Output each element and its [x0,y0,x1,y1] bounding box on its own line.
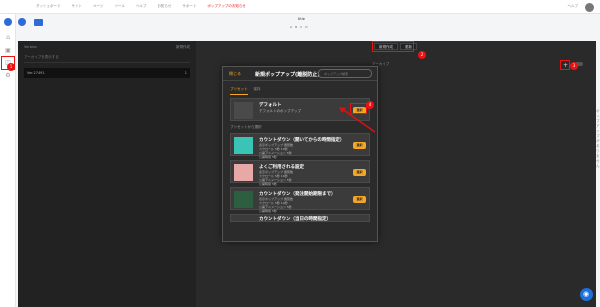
view-switch: A B C D [290,25,308,29]
top-nav-item[interactable]: サイト [72,4,83,9]
version-header-left: Version [24,45,37,49]
top-help-link[interactable]: ヘルプ [568,4,579,9]
top-nav-item-highlight[interactable]: ポップアップのお知らせ [207,4,245,9]
view-option[interactable]: C [300,25,302,29]
tab-saved[interactable]: 保存 [254,87,261,95]
preset-meta-line: 公開時間 5秒 [259,182,277,186]
preset-meta-line: 公開時間 5秒 [259,209,277,213]
select-button[interactable]: 選択 [353,196,366,203]
version-count: 1 [184,71,187,75]
view-option[interactable]: A [290,25,292,29]
back-icon[interactable] [18,18,26,26]
top-nav-item[interactable]: ページ [93,4,103,9]
preset-card[interactable]: カウントダウン（当日の時間指定） [230,214,370,222]
marker-2: 2 [418,51,426,59]
preset-thumbnail [234,137,253,154]
preset-meta: 表示ポップアップ 閲覧数 スクロール 5秒 10秒 公開アニメーション 5秒 公… [259,170,293,186]
preset-card[interactable]: よくご利用される設定 表示ポップアップ 閲覧数 スクロール 5秒 10秒 公開ア… [230,160,370,186]
add-popup-button[interactable]: + [560,60,570,70]
marker-1: 1 [7,63,15,71]
version-label: Ver.27491 [27,71,45,75]
preset-thumbnail [234,164,253,181]
annotation-arrow [339,107,376,133]
version-item[interactable]: Ver.27491 1 [24,68,190,78]
preset-meta: 表示ポップアップ 閲覧数 スクロール 5秒 10秒 公開アニメーション 5秒 公… [259,197,293,213]
preset-meta: 表示ポップアップ 閲覧数 スクロール 5秒 10秒 公開アニメーション 5秒 公… [259,143,293,159]
preset-thumbnail [234,191,253,208]
popup-search-input[interactable]: ポップアップ検索 [318,69,372,78]
top-nav-item[interactable]: サポート [182,4,196,9]
view-option[interactable]: D [305,25,307,29]
top-navigation: ダッシュボード サイト ページ ツール ヘルプ お知らせ サポート ポップアップ… [36,4,246,9]
select-button[interactable]: 選択 [353,169,366,176]
close-button[interactable]: 閉じる [229,71,241,77]
top-nav-item[interactable]: ダッシュボード [36,4,61,9]
plus-icon: + [563,62,569,69]
home-icon[interactable]: ⌂ [4,34,12,42]
version-panel: Version 新規作成 アーカイブを表示する Ver.27491 1 [18,41,196,307]
chat-icon: ◉ [583,290,590,298]
marker-3: 3 [570,62,578,70]
preset-title: デフォルト [259,103,282,108]
top-nav-item[interactable]: お知らせ [157,4,171,9]
tab-presets[interactable]: プリセット [230,87,248,95]
modal-tabs: プリセット 保存 [223,81,377,95]
settings-icon[interactable]: ⚙ [4,72,12,80]
preset-thumbnail [234,102,253,119]
preset-title: カウントダウン（当日の時間指定） [259,217,331,222]
sidebar: ⌂ ▣ ◫ ⚙ 1 [0,14,16,307]
popup-icon[interactable]: ▣ [4,47,12,55]
page-title: title [298,17,305,21]
modal-header: 閉じる 新規ポップアップ(離脱防止) ポップアップ検索 [223,67,377,81]
top-nav-item[interactable]: ツール [114,4,125,9]
top-bar: ダッシュボード サイト ページ ツール ヘルプ お知らせ サポート ポップアップ… [0,0,600,14]
version-header-right[interactable]: 新規作成 [176,45,190,50]
preset-sub: デフォルトのポップアップ [259,109,301,113]
preset-card[interactable]: カウントダウン（発注開始期限まで） 表示ポップアップ 閲覧数 スクロール 5秒 … [230,187,370,213]
preset-meta-line: 公開時間 5秒 [259,155,277,159]
version-header: Version 新規作成 [24,45,190,50]
avatar[interactable] [585,3,594,12]
archive-filter[interactable]: アーカイブを表示する [24,55,190,63]
tab-highlight [372,41,414,52]
breadcrumb [18,18,43,26]
modal-title: 新規ポップアップ(離脱防止) [255,72,320,78]
select-button[interactable]: 選択 [353,142,366,149]
chat-button[interactable]: ◉ [580,288,593,301]
logo [4,18,12,26]
view-option[interactable]: B [295,25,297,29]
empty-message: ポップアップがありません [596,109,600,168]
folder-icon [34,18,43,26]
new-popup-modal: 閉じる 新規ポップアップ(離脱防止) ポップアップ検索 プリセット 保存 デフォ… [222,66,378,242]
top-nav-item[interactable]: ヘルプ [136,4,147,9]
